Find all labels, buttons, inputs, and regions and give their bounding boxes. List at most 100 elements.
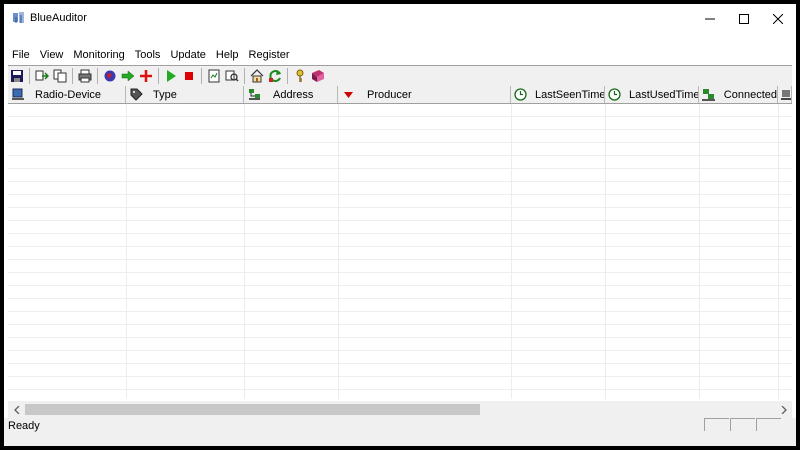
- report-button[interactable]: [206, 68, 222, 84]
- arrow-right-icon: [121, 70, 135, 82]
- clock-icon: [608, 88, 621, 102]
- column-divider: [778, 104, 779, 399]
- toolbar-separator: [201, 68, 202, 84]
- key-icon: [296, 69, 304, 82]
- forward-button[interactable]: [120, 68, 136, 84]
- column-divider: [338, 104, 339, 399]
- search-button[interactable]: [224, 68, 240, 84]
- menu-update[interactable]: Update: [165, 46, 210, 64]
- horizontal-scrollbar[interactable]: [8, 401, 792, 418]
- column-divider: [126, 104, 127, 399]
- device-icon: [781, 88, 791, 102]
- toolbar-separator: [287, 68, 288, 84]
- status-panel: [704, 418, 729, 431]
- column-label: Connected: [723, 88, 777, 101]
- status-panel: [756, 418, 781, 431]
- home-button[interactable]: [249, 68, 265, 84]
- scroll-thumb[interactable]: [25, 404, 480, 415]
- column-header-overflow[interactable]: [778, 86, 792, 103]
- network-icon: [247, 88, 261, 102]
- close-button[interactable]: [760, 4, 796, 34]
- add-icon: [140, 70, 152, 82]
- column-label: Type: [153, 88, 177, 101]
- column-divider: [605, 104, 606, 399]
- print-icon: [78, 69, 92, 83]
- save-button[interactable]: [9, 68, 25, 84]
- scroll-right-button[interactable]: [775, 401, 792, 418]
- refresh-button[interactable]: [267, 68, 283, 84]
- stop-icon: [185, 72, 193, 80]
- minimize-icon: [705, 18, 715, 20]
- paste-button[interactable]: [52, 68, 68, 84]
- copy-icon: [35, 70, 49, 81]
- maximize-icon: [739, 14, 749, 24]
- toolbar-separator: [244, 68, 245, 84]
- toolbar-separator: [29, 68, 30, 84]
- start-button[interactable]: [163, 68, 179, 84]
- menu-view[interactable]: View: [35, 46, 69, 64]
- book-icon: [312, 70, 324, 82]
- connection-icon: [702, 88, 716, 102]
- report-icon: [208, 69, 220, 83]
- toolbar-separator: [158, 68, 159, 84]
- add-button[interactable]: [138, 68, 154, 84]
- window-title: BlueAuditor: [30, 12, 87, 24]
- device-list[interactable]: Radio-Device Type Address Producer LastS…: [8, 86, 792, 399]
- book-button[interactable]: [310, 68, 326, 84]
- bluetooth-app-icon: [12, 11, 26, 25]
- column-header-last-used-time[interactable]: LastUsedTime: [605, 86, 699, 103]
- search-icon: [225, 70, 239, 82]
- menu-bar: File View Monitoring Tools Update Help R…: [4, 46, 295, 64]
- toolbar: [8, 65, 792, 87]
- column-divider: [699, 104, 700, 399]
- column-header-last-seen-time[interactable]: LastSeenTime: [511, 86, 605, 103]
- column-label: Address: [273, 88, 314, 101]
- status-text: Ready: [8, 420, 40, 432]
- column-label: Producer: [367, 88, 412, 101]
- minimize-button[interactable]: [692, 4, 728, 34]
- list-header: Radio-Device Type Address Producer LastS…: [8, 86, 792, 104]
- chevron-right-icon: [781, 405, 787, 414]
- refresh-icon: [269, 70, 281, 82]
- menu-register[interactable]: Register: [244, 46, 295, 64]
- sort-desc-icon: [341, 88, 355, 102]
- status-bar: Ready: [4, 418, 796, 446]
- column-header-type[interactable]: Type: [126, 86, 244, 103]
- stop-button[interactable]: [181, 68, 197, 84]
- scroll-track[interactable]: [25, 401, 775, 418]
- globe-button[interactable]: [102, 68, 118, 84]
- list-body[interactable]: [8, 104, 792, 399]
- clock-icon: [514, 88, 527, 102]
- device-icon: [11, 88, 25, 102]
- toolbar-separator: [72, 68, 73, 84]
- tag-icon: [129, 88, 143, 102]
- column-label: LastSeenTime: [535, 88, 605, 101]
- column-label: Radio-Device: [35, 88, 102, 101]
- scroll-left-button[interactable]: [8, 401, 25, 418]
- save-icon: [11, 70, 23, 82]
- copy-button[interactable]: [34, 68, 50, 84]
- column-header-address[interactable]: Address: [244, 86, 338, 103]
- column-header-producer[interactable]: Producer: [338, 86, 511, 103]
- column-label: LastUsedTime: [629, 88, 699, 101]
- close-icon: [773, 14, 783, 24]
- menu-file[interactable]: File: [4, 46, 35, 64]
- menu-help[interactable]: Help: [211, 46, 244, 64]
- globe-icon: [104, 70, 116, 82]
- status-panel: [730, 418, 755, 431]
- play-icon: [167, 70, 176, 82]
- paste-icon: [53, 69, 67, 83]
- title-bar[interactable]: BlueAuditor: [4, 4, 796, 34]
- maximize-button[interactable]: [726, 4, 762, 34]
- column-header-radio-device[interactable]: Radio-Device: [8, 86, 126, 103]
- menu-tools[interactable]: Tools: [130, 46, 166, 64]
- home-icon: [250, 69, 264, 83]
- column-divider: [511, 104, 512, 399]
- print-button[interactable]: [77, 68, 93, 84]
- menu-monitoring[interactable]: Monitoring: [68, 46, 129, 64]
- column-divider: [244, 104, 245, 399]
- key-button[interactable]: [292, 68, 308, 84]
- chevron-left-icon: [13, 405, 19, 414]
- column-header-connected[interactable]: Connected: [699, 86, 778, 103]
- app-window: BlueAuditor File View Monitoring Tools U…: [4, 4, 796, 446]
